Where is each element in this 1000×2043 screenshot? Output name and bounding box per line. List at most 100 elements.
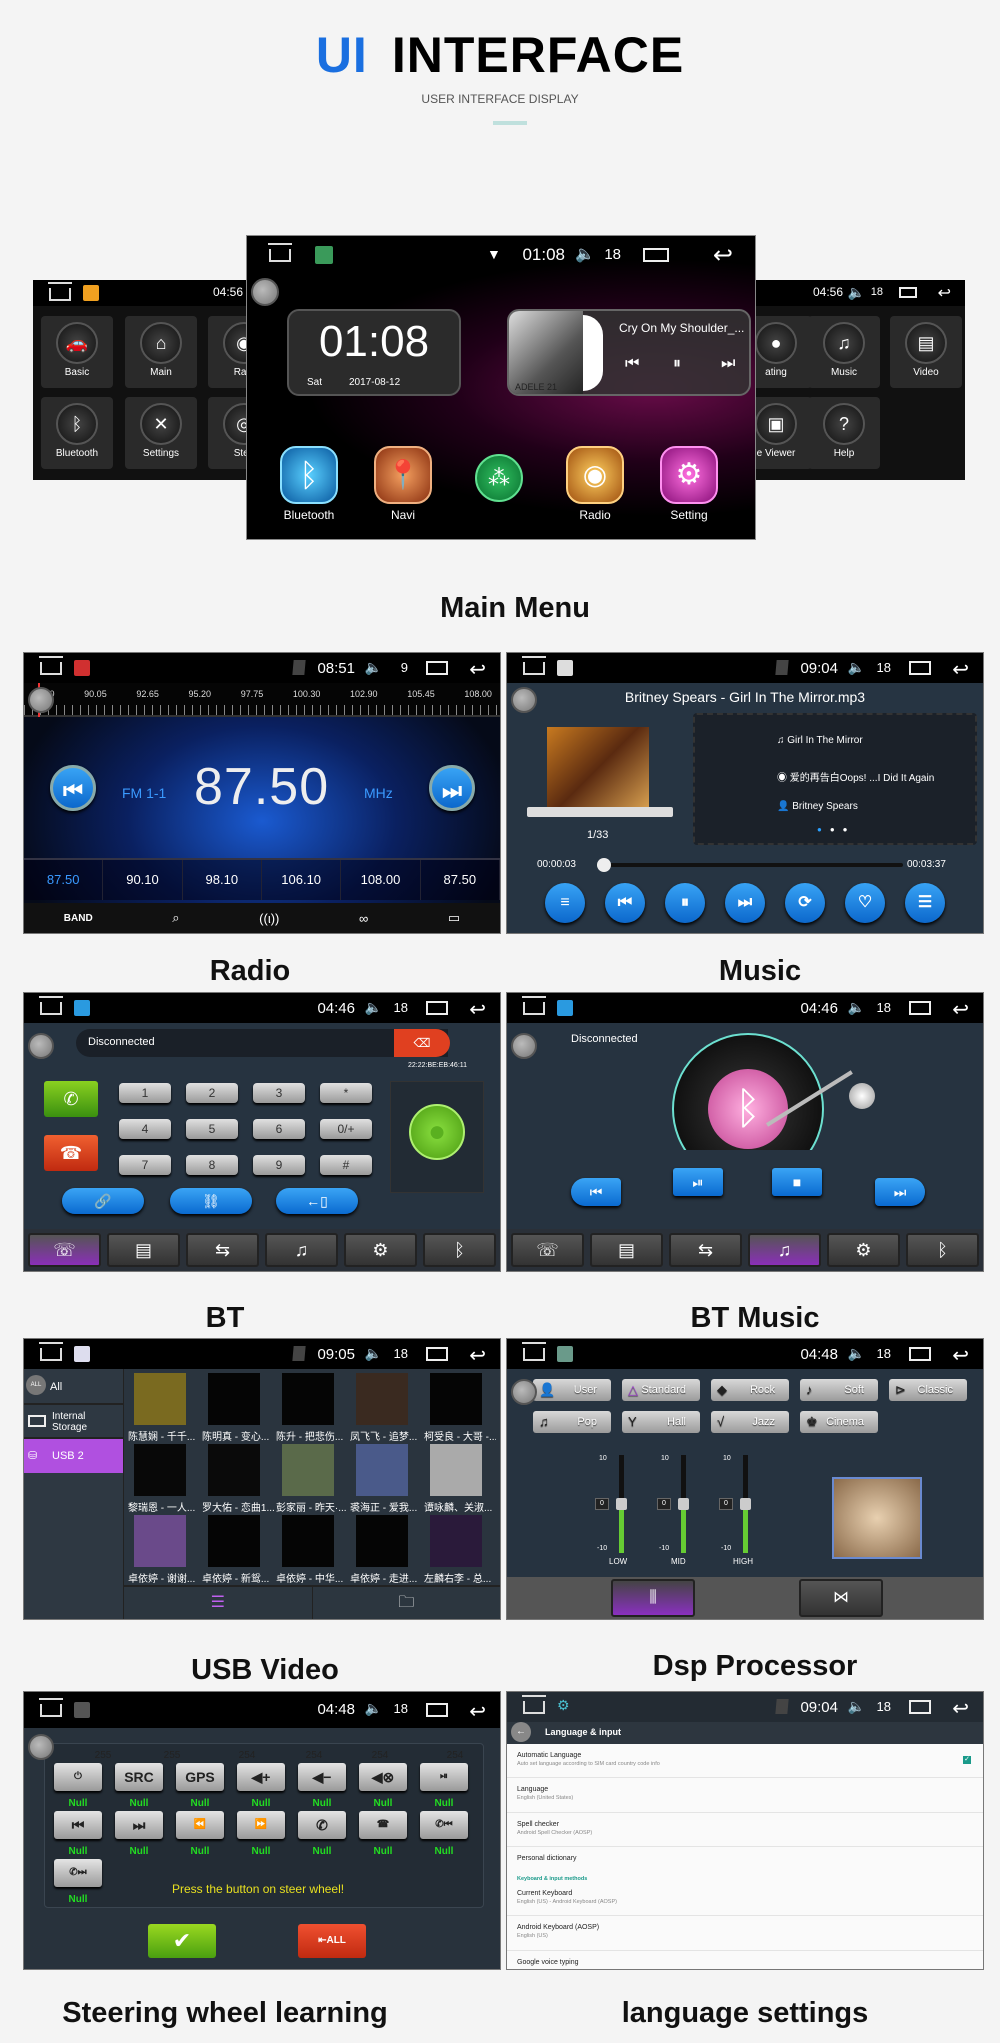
eq-slider-thumb[interactable] [740,1498,751,1510]
playlist-button[interactable]: ☰ [905,883,945,923]
video-thumbnail[interactable] [282,1373,334,1425]
pause-icon[interactable]: ⏸ [673,355,681,373]
pause-button[interactable]: ⏸ [665,883,705,923]
recents-icon[interactable] [909,1001,931,1015]
steering-power-button[interactable]: ⏻ [54,1763,102,1791]
play-pause-button[interactable]: ⏯ [673,1168,723,1196]
floating-button[interactable] [28,687,54,713]
home-icon[interactable] [522,1342,546,1361]
back-icon[interactable]: ↩ [469,997,486,1022]
keypad-key[interactable]: 9 [253,1155,305,1175]
setting-android-keyboard[interactable]: Android Keyboard (AOSP) English (US) [507,1916,983,1951]
stereo-icon[interactable]: ∞ [359,911,368,926]
home-icon[interactable] [522,656,546,675]
clear-all-button[interactable]: ⇤ALL [298,1924,366,1958]
steering-SRC-button[interactable]: SRC [115,1763,163,1791]
tab-call-log[interactable]: ⇆ [186,1233,259,1267]
steering-call-next-button[interactable]: ✆⏭ [54,1859,102,1887]
list-view-button[interactable]: ☰ [124,1587,313,1619]
steering-prev-button[interactable]: ⏮ [54,1811,102,1839]
back-icon[interactable]: ↩ [952,1696,969,1721]
preset-button[interactable]: 98.10 [183,860,262,900]
tab-dialpad[interactable]: ☏ [511,1233,584,1267]
number-display[interactable]: Disconnected [76,1029,448,1057]
tile-music[interactable]: ♫ Music [808,316,880,388]
seek-forward-button[interactable]: ⏭ [429,765,475,811]
app-navi[interactable]: 📍 Navi [373,446,433,522]
page-dots[interactable]: ●●● [817,825,856,834]
tab-call-log[interactable]: ⇆ [669,1233,742,1267]
video-thumbnail[interactable] [134,1444,186,1496]
steering-rewind-button[interactable]: ⏪ [176,1811,224,1839]
seek-back-button[interactable]: ⏮ [50,765,96,811]
setting-language[interactable]: Language English (United States) [507,1778,983,1813]
steering-play-pause-button[interactable]: ⏯ [420,1763,468,1791]
tab-settings[interactable]: ⚙ [344,1233,417,1267]
home-icon[interactable] [522,1695,546,1714]
app-drawer[interactable]: ⁂ [475,454,523,502]
frequency-scale[interactable]: 87.5090.0592.6595.2097.75100.30102.90105… [24,683,500,717]
recents-icon[interactable] [899,287,917,298]
next-button[interactable]: ⏭ [725,883,765,923]
hangup-button[interactable]: ☎ [44,1135,98,1171]
tile-basic[interactable]: 🚗 Basic [41,316,113,388]
previous-icon[interactable]: ⏮ [625,355,639,373]
next-button[interactable]: ⏭ [875,1178,925,1206]
tab-dialpad[interactable]: ☏ [28,1233,101,1267]
tab-equalizer[interactable]: ⫼ [611,1579,695,1617]
recents-icon[interactable] [426,1347,448,1361]
video-thumbnail[interactable] [282,1515,334,1567]
eq-slider-thumb[interactable] [678,1498,689,1510]
backspace-button[interactable]: ⌫ [394,1029,450,1057]
source-usb-2[interactable]: ⛁ USB 2 [24,1439,123,1473]
back-icon[interactable]: ↩ [952,1343,969,1368]
setting-current-keyboard[interactable]: Current Keyboard English (US) - Android … [507,1882,983,1916]
call-button[interactable]: ✆ [44,1081,98,1117]
video-thumbnail[interactable] [430,1515,482,1567]
video-thumbnail[interactable] [430,1444,482,1496]
recents-icon[interactable] [909,661,931,675]
video-thumbnail[interactable] [356,1373,408,1425]
back-icon[interactable]: ↩ [952,997,969,1022]
steering-hang-up-button[interactable]: ☎ [359,1811,407,1839]
keypad-key[interactable]: 4 [119,1119,171,1139]
transfer-to-phone-button[interactable]: ←▯ [276,1188,358,1214]
recents-icon[interactable] [426,661,448,675]
keypad-key[interactable]: 3 [253,1083,305,1103]
app-radio[interactable]: ◉ Radio [565,446,625,522]
preset-button[interactable]: 87.50 [421,860,500,900]
steering-next-button[interactable]: ⏭ [115,1811,163,1839]
stop-button[interactable]: ■ [772,1168,822,1196]
video-thumbnail[interactable] [208,1515,260,1567]
preset-button[interactable]: 108.00 [341,860,421,900]
tab-bt-music[interactable]: ♫ [265,1233,338,1267]
folder-view-button[interactable]: 🗀 [313,1587,501,1619]
eq-preset-soft[interactable]: ♪ Soft [800,1379,878,1401]
next-icon[interactable]: ⏭ [721,355,735,373]
tile-bluetooth[interactable]: ᛒ Bluetooth [41,397,113,469]
keypad-key[interactable]: 6 [253,1119,305,1139]
app-setting[interactable]: ⚙ Setting [659,446,719,522]
steering-GPS-button[interactable]: GPS [176,1763,224,1791]
eq-slider-thumb[interactable] [616,1498,627,1510]
eq-preset-hall[interactable]: Y Hall [622,1411,700,1433]
steering-mute-button[interactable]: ◀⊗ [359,1763,407,1791]
eq-preset-standard[interactable]: △ Standard [622,1379,700,1401]
tile-main[interactable]: ⌂ Main [125,316,197,388]
video-thumbnail[interactable] [282,1444,334,1496]
back-arrow-icon[interactable]: ← [511,1722,531,1742]
connect-button[interactable]: 🔗 [62,1188,144,1214]
disconnect-button[interactable]: ⛓ [170,1188,252,1214]
scan-icon[interactable]: ⌕ [172,910,179,926]
automatic-language-checkbox[interactable]: ✓ [963,1756,971,1764]
setting-google-voice-typing[interactable]: Google voice typing [507,1951,983,1969]
previous-button[interactable]: ⏮ [571,1178,621,1206]
tile-help[interactable]: ? Help [808,397,880,469]
back-icon[interactable]: ↩ [713,241,733,270]
video-thumbnail[interactable] [208,1373,260,1425]
floating-button[interactable] [251,278,279,306]
tab-settings[interactable]: ⚙ [827,1233,900,1267]
tab-contacts[interactable]: ▤ [107,1233,180,1267]
tab-sound-field[interactable]: ⋈ [799,1579,883,1617]
keypad-key[interactable]: 5 [186,1119,238,1139]
